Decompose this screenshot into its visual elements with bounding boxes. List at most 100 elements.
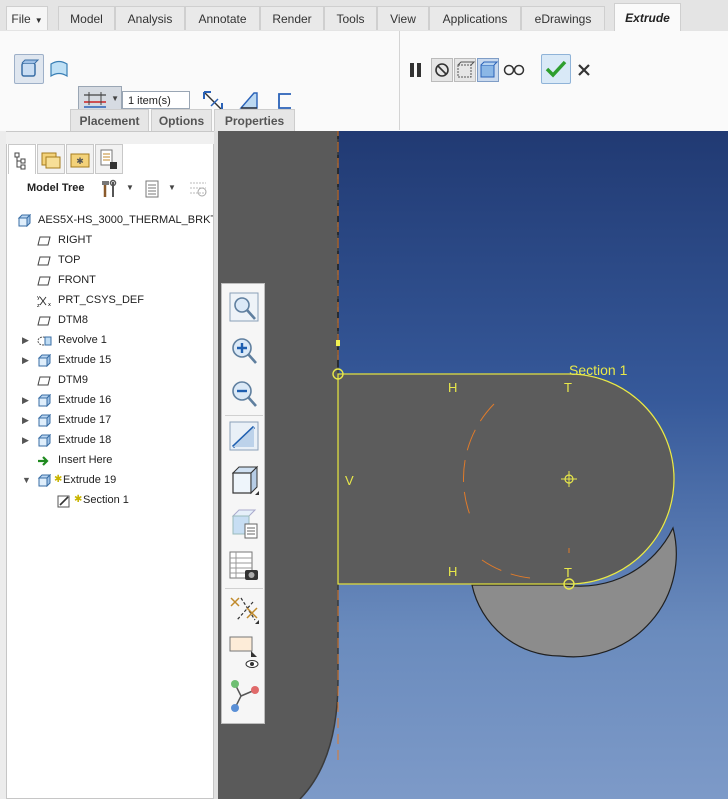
tree-item-label: TOP — [58, 254, 81, 266]
tree-item-label: Extrude 18 — [58, 434, 112, 446]
chevron-down-icon: ▼ — [34, 16, 43, 25]
no-preview-button[interactable] — [431, 58, 453, 82]
tree-item-right[interactable]: RIGHT — [7, 230, 213, 250]
model-canvas: H H V T T Section 1 — [218, 131, 677, 799]
section-label: Section 1 — [569, 362, 628, 378]
tree-item-extrude-15[interactable]: ▶ Extrude 15 — [7, 350, 213, 370]
show-columns-button[interactable] — [187, 178, 209, 200]
collapse-arrow-icon[interactable]: ▼ — [22, 470, 31, 490]
model-tree-icon — [14, 152, 26, 170]
zoom-out-icon — [232, 381, 257, 407]
tab-file-label: File — [11, 12, 31, 26]
preview-feature-button[interactable] — [477, 58, 499, 82]
tab-tools[interactable]: Tools — [324, 6, 377, 30]
selection-count: 1 item(s) — [128, 95, 171, 107]
tab-model[interactable]: Model — [58, 6, 115, 30]
saved-orientations-button[interactable] — [227, 504, 261, 542]
view-manager-button[interactable] — [227, 547, 261, 585]
tab-extrude-label: Extrude — [625, 11, 670, 25]
tab-favorites[interactable]: ✱ — [66, 144, 94, 174]
chevron-down-icon: ▼ — [168, 183, 176, 192]
tab-applications[interactable]: Applications — [429, 6, 521, 30]
tree-item-section-1[interactable]: ✱ Section 1 — [7, 490, 213, 510]
tab-file[interactable]: File ▼ — [6, 6, 48, 30]
annotation-display-button[interactable] — [227, 633, 261, 671]
ok-button[interactable] — [541, 54, 571, 84]
tab-options[interactable]: Options — [151, 109, 212, 131]
solid-button[interactable] — [14, 54, 44, 84]
tab-view[interactable]: View — [377, 6, 429, 30]
tab-layers[interactable] — [95, 144, 123, 174]
tree-item-extrude-17[interactable]: ▶ Extrude 17 — [7, 410, 213, 430]
tree-item-label: Extrude 15 — [58, 354, 112, 366]
pause-button[interactable] — [406, 58, 426, 82]
zoom-in-button[interactable] — [227, 332, 261, 370]
favorites-icon: ✱ — [70, 153, 90, 168]
tab-placement[interactable]: Placement — [70, 109, 149, 131]
ribbon-divider — [399, 31, 400, 130]
preview-geometry-button[interactable] — [454, 58, 476, 82]
glasses-icon — [503, 64, 525, 76]
refit-button[interactable] — [227, 289, 261, 327]
tree-item-insert-here[interactable]: Insert Here — [7, 450, 213, 470]
datum-display-button[interactable] — [227, 590, 261, 628]
extrusion-preview — [337, 373, 675, 585]
ribbon-tab-bar: File ▼ Model Analysis Annotate Render Too… — [0, 0, 728, 32]
tree-item-label: Extrude 16 — [58, 394, 112, 406]
tree-filter-dropdown[interactable]: ▼ — [142, 178, 182, 200]
tree-item-extrude-16[interactable]: ▶ Extrude 16 — [7, 390, 213, 410]
datum-display-icon — [230, 597, 259, 624]
display-style-button[interactable] — [227, 461, 261, 499]
depth-reference-field[interactable]: 1 item(s) — [122, 91, 190, 109]
tab-model-tree[interactable] — [8, 144, 36, 174]
tree-item-front[interactable]: FRONT — [7, 270, 213, 290]
graphics-toolbar — [221, 283, 265, 724]
tree-item-part[interactable]: AES5X-HS_3000_THERMAL_BRKT.I — [7, 210, 213, 230]
vertical-constraint: V — [345, 473, 354, 488]
verify-button[interactable] — [502, 58, 526, 82]
tree-item-extrude-18[interactable]: ▶ Extrude 18 — [7, 430, 213, 450]
spin-center-button[interactable] — [227, 676, 261, 714]
tab-edrawings-label: eDrawings — [534, 12, 592, 26]
tree-item-csys[interactable]: y x z PRT_CSYS_DEF — [7, 290, 213, 310]
spin-center-icon — [231, 680, 259, 712]
tab-extrude[interactable]: Extrude — [614, 3, 681, 32]
tree-item-dtm8[interactable]: DTM8 — [7, 310, 213, 330]
tree-item-label: Insert Here — [58, 454, 113, 466]
tab-render[interactable]: Render — [260, 6, 324, 30]
tab-folder-browser[interactable] — [37, 144, 65, 174]
folder-browser-icon — [41, 152, 61, 169]
tree-item-label: Extrude 19 — [63, 474, 117, 486]
svg-text:y: y — [37, 295, 40, 301]
tree-settings-dropdown[interactable]: ▼ — [99, 178, 139, 200]
svg-text:✱: ✱ — [76, 157, 84, 167]
tab-edrawings[interactable]: eDrawings — [521, 6, 605, 30]
tree-item-label: Revolve 1 — [58, 334, 107, 346]
expand-arrow-icon[interactable]: ▶ — [22, 410, 29, 430]
graphics-area[interactable]: H H V T T Section 1 — [218, 131, 728, 799]
tree-item-top[interactable]: TOP — [7, 250, 213, 270]
tab-view-label: View — [390, 12, 416, 26]
annotation-display-icon — [229, 636, 259, 668]
tree-item-revolve-1[interactable]: ▶ Revolve 1 — [7, 330, 213, 350]
svg-text:z: z — [37, 303, 40, 308]
tree-item-label: Section 1 — [83, 494, 129, 506]
repaint-button[interactable] — [227, 418, 261, 456]
expand-arrow-icon[interactable]: ▶ — [22, 330, 29, 350]
tab-annotate[interactable]: Annotate — [185, 6, 260, 30]
surface-button[interactable] — [46, 56, 72, 82]
zoom-out-button[interactable] — [227, 375, 261, 413]
surface-icon — [50, 60, 68, 78]
tangent-constraint-bottom: T — [564, 565, 572, 580]
tree-item-dtm9[interactable]: DTM9 — [7, 370, 213, 390]
tab-analysis[interactable]: Analysis — [115, 6, 185, 30]
tree-item-extrude-19[interactable]: ▼ ✱ Extrude 19 — [7, 470, 213, 490]
saved-orientations-icon — [231, 509, 258, 539]
tab-properties[interactable]: Properties — [214, 109, 295, 131]
expand-arrow-icon[interactable]: ▶ — [22, 390, 29, 410]
expand-arrow-icon[interactable]: ▶ — [22, 430, 29, 450]
cancel-button[interactable] — [574, 60, 594, 80]
tree-item-label: AES5X-HS_3000_THERMAL_BRKT.I — [38, 214, 213, 226]
expand-arrow-icon[interactable]: ▶ — [22, 350, 29, 370]
solid-icon — [21, 59, 40, 77]
